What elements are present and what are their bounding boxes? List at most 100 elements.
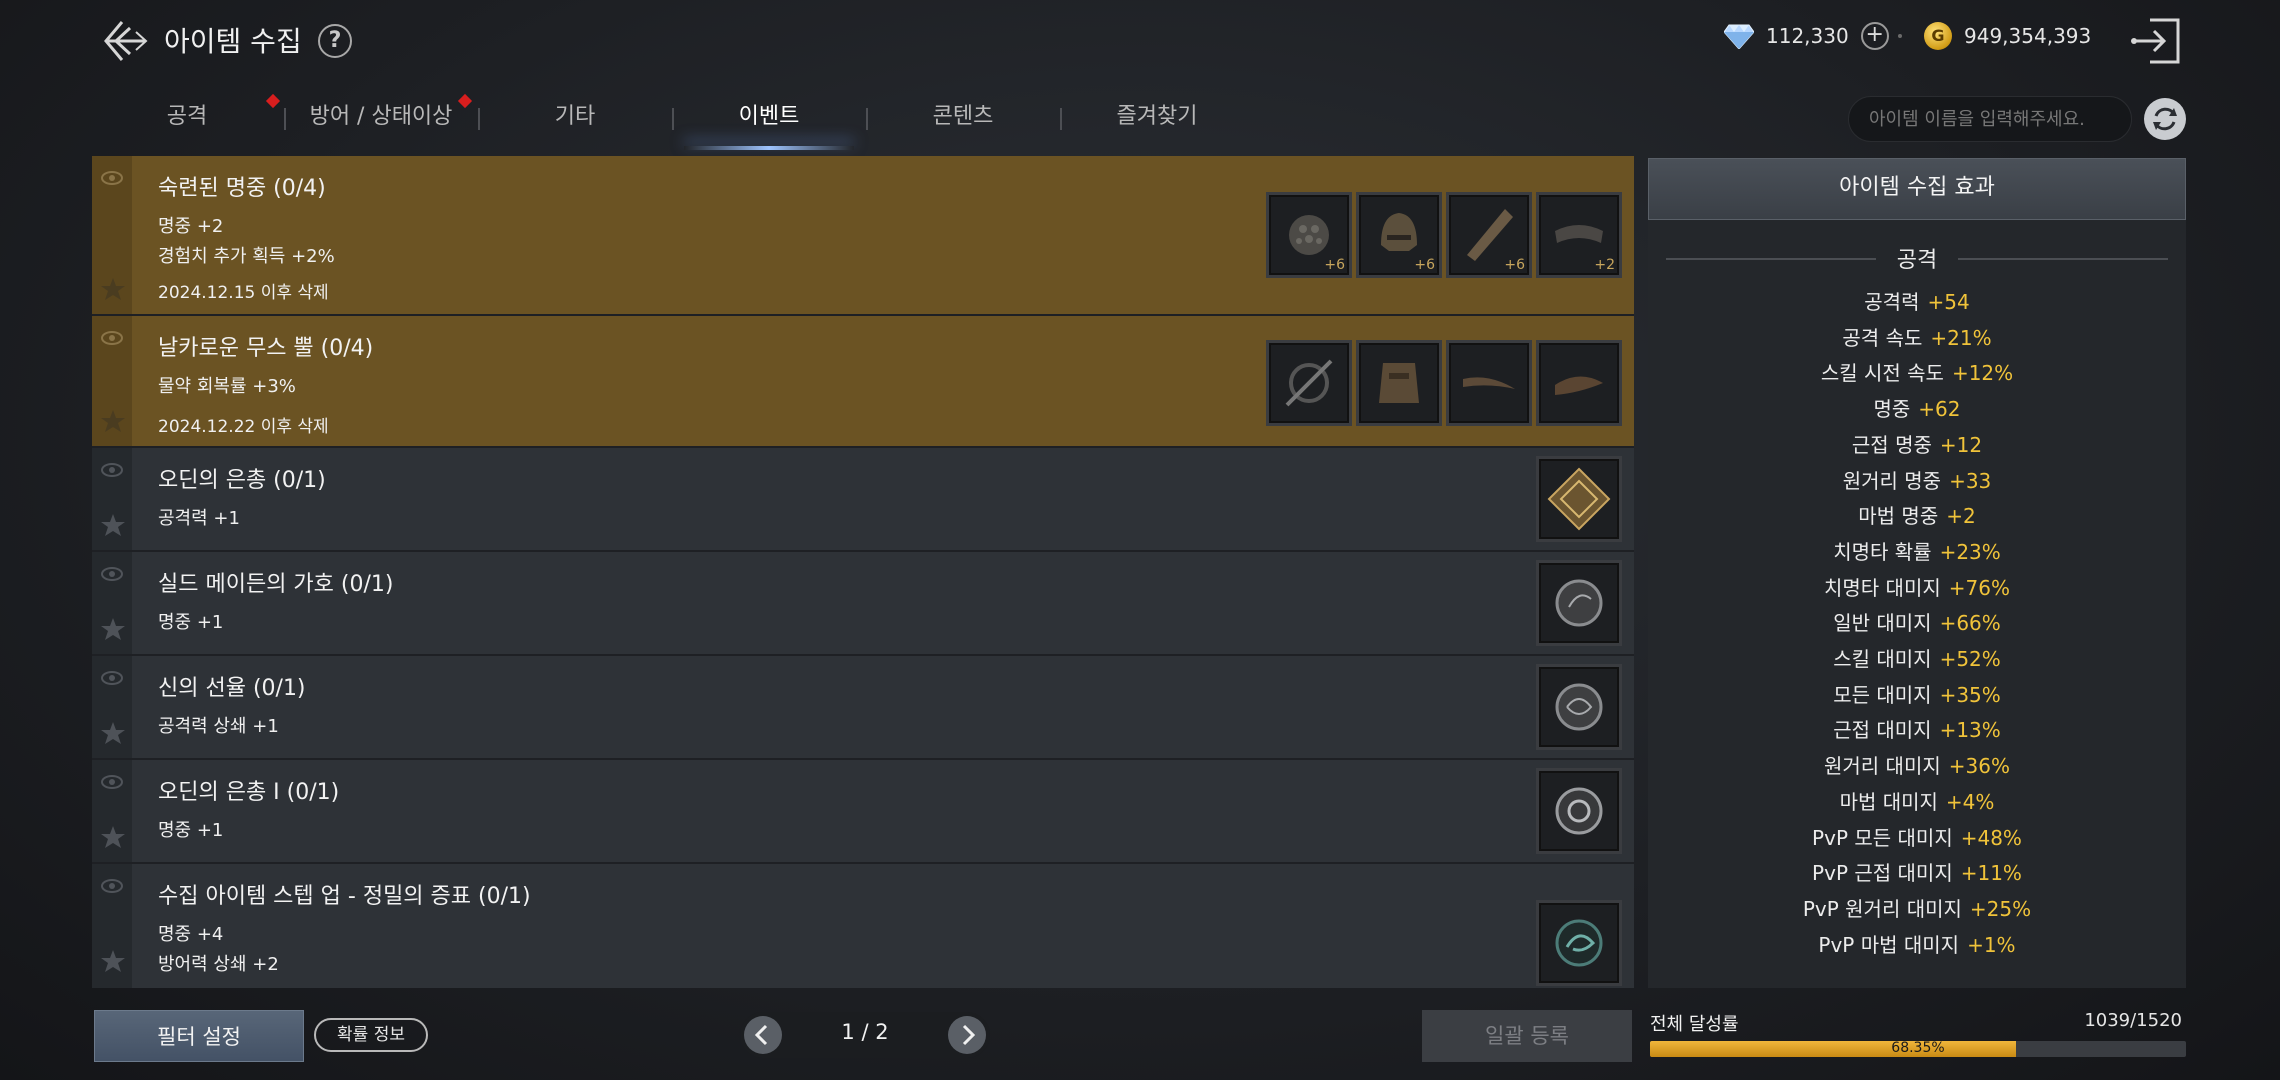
coin-icon xyxy=(1555,579,1603,627)
effect-stat-line: 모든 대미지 +35% xyxy=(1648,679,2186,708)
progress-label: 전체 달성률 xyxy=(1650,1014,1739,1035)
collection-row[interactable]: 날카로운 무스 뿔 (0/4) 물약 회복률 +3% 2024.12.22 이후… xyxy=(92,316,1634,448)
item-slot[interactable] xyxy=(1536,664,1622,750)
effect-stat-line: PvP 원거리 대미지 +25% xyxy=(1648,893,2186,922)
collection-row[interactable]: 수집 아이템 스텝 업 - 정밀의 증표 (0/1) 명중 +4 방어력 상쇄 … xyxy=(92,864,1634,988)
refresh-icon[interactable] xyxy=(2144,98,2186,140)
row-side-bar xyxy=(92,864,132,988)
effect-stat-value: +48% xyxy=(1960,825,2022,850)
effect-stat-name: 원거리 대미지 xyxy=(1824,754,1941,779)
collection-row[interactable]: 오딘의 은총 (0/1) 공격력 +1 xyxy=(92,448,1634,552)
help-icon[interactable]: ? xyxy=(318,24,352,58)
row-side-bar xyxy=(92,656,132,758)
next-page-button[interactable] xyxy=(948,1016,986,1054)
collection-row[interactable]: 오딘의 은총 I (0/1) 명중 +1 xyxy=(92,760,1634,864)
favorite-star-icon[interactable] xyxy=(100,824,126,850)
eye-icon[interactable] xyxy=(100,566,124,582)
effect-stat-line: 마법 명중 +2 xyxy=(1648,500,2186,529)
favorite-star-icon[interactable] xyxy=(100,512,126,538)
tab-attack[interactable]: 공격 xyxy=(92,92,282,150)
collection-row[interactable]: 숙련된 명중 (0/4) 명중 +2 경험치 추가 획득 +2% 2024.12… xyxy=(92,156,1634,316)
item-slot[interactable]: +6 xyxy=(1446,192,1532,278)
ring-icon xyxy=(1555,376,1603,395)
medal-icon xyxy=(1555,787,1603,835)
armor-icon xyxy=(1379,363,1419,403)
item-slot[interactable] xyxy=(1536,560,1622,646)
effect-stat-value: +1% xyxy=(1967,932,2016,957)
search-input[interactable] xyxy=(1848,96,2132,142)
favorite-star-icon[interactable] xyxy=(100,276,126,302)
collection-title: 오딘의 은총 (0/1) xyxy=(158,468,326,493)
collection-row[interactable]: 신의 선율 (0/1) 공격력 상쇄 +1 xyxy=(92,656,1634,760)
item-slot[interactable]: +2 xyxy=(1536,192,1622,278)
diamond-icon xyxy=(1723,23,1755,50)
progress-bar: 68.35% xyxy=(1650,1041,2186,1057)
filter-settings-button[interactable]: 필터 설정 xyxy=(94,1010,304,1062)
tab-label: 기타 xyxy=(554,104,596,129)
exit-icon[interactable] xyxy=(2128,16,2182,66)
diamond-currency: 112,330 + xyxy=(1723,22,1889,50)
bulk-register-button[interactable]: 일괄 등록 xyxy=(1422,1010,1632,1062)
collection-title: 오딘의 은총 I (0/1) xyxy=(158,780,340,805)
collection-stat: 명중 +1 xyxy=(158,820,224,841)
tab-label: 방어 / 상태이상 xyxy=(309,104,453,129)
coin-icon xyxy=(1555,683,1603,731)
effect-stat-value: +52% xyxy=(1939,647,2001,671)
effect-stat-value: +36% xyxy=(1948,754,2010,779)
collection-title: 날카로운 무스 뿔 (0/4) xyxy=(158,336,374,361)
effect-stat-value: +11% xyxy=(1960,861,2022,886)
collection-row[interactable]: 실드 메이든의 가호 (0/1) 명중 +1 xyxy=(92,552,1634,656)
effect-stat-name: PvP 마법 대미지 xyxy=(1818,932,1960,957)
add-diamond-button[interactable]: + xyxy=(1860,22,1889,50)
favorite-star-icon[interactable] xyxy=(100,408,126,434)
effect-stat-line: PvP 근접 대미지 +11% xyxy=(1648,857,2186,886)
item-slot[interactable] xyxy=(1536,900,1622,986)
tab-etc[interactable]: 기타 xyxy=(480,92,670,150)
chevron-left-icon xyxy=(754,1024,768,1046)
enhance-level: +2 xyxy=(1594,257,1615,273)
tab-content[interactable]: 콘텐츠 xyxy=(868,92,1058,150)
rune-card-icon xyxy=(1547,467,1611,531)
tab-label: 즐겨찾기 xyxy=(1116,104,1198,129)
item-slot[interactable] xyxy=(1446,340,1532,426)
probability-info-button[interactable]: 확률 정보 xyxy=(314,1018,428,1052)
prev-page-button[interactable] xyxy=(744,1016,782,1054)
eye-icon[interactable] xyxy=(100,170,124,186)
effect-stat-name: PvP 근접 대미지 xyxy=(1812,861,1953,886)
collection-stat: 경험치 추가 획득 +2% xyxy=(158,246,335,267)
eye-icon[interactable] xyxy=(100,878,124,894)
effect-stat-value: +21% xyxy=(1930,325,1992,350)
item-slot[interactable] xyxy=(1536,768,1622,854)
favorite-star-icon[interactable] xyxy=(100,948,126,974)
effect-stat-name: 모든 대미지 xyxy=(1833,682,1932,707)
tab-favorites[interactable]: 즐겨찾기 xyxy=(1062,92,1252,150)
effect-stat-name: 근접 명중 xyxy=(1851,432,1932,457)
gold-coin-icon: G xyxy=(1924,22,1952,50)
item-slot[interactable]: +6 xyxy=(1266,192,1352,278)
effect-stat-name: 스킬 대미지 xyxy=(1833,647,1932,671)
item-slot[interactable] xyxy=(1536,456,1622,542)
eye-icon[interactable] xyxy=(100,774,124,790)
favorite-star-icon[interactable] xyxy=(100,616,126,642)
effect-stat-value: +23% xyxy=(1939,539,2001,564)
tab-event[interactable]: 이벤트 xyxy=(674,92,864,150)
back-arrow-icon[interactable] xyxy=(100,16,150,66)
currency-divider xyxy=(1898,34,1902,38)
tab-label: 콘텐츠 xyxy=(932,104,994,129)
effect-stat-name: 공격력 xyxy=(1864,290,1920,314)
item-slot[interactable]: +6 xyxy=(1356,192,1442,278)
eye-icon[interactable] xyxy=(100,670,124,686)
tab-defense-status[interactable]: 방어 / 상태이상 xyxy=(286,92,476,150)
chevron-right-icon xyxy=(962,1024,976,1046)
item-slot[interactable] xyxy=(1266,340,1352,426)
item-slot[interactable] xyxy=(1536,340,1622,426)
effect-stat-line: 스킬 시전 속도 +12% xyxy=(1648,357,2186,386)
page-indicator: 1 / 2 xyxy=(841,1020,889,1044)
row-side-bar xyxy=(92,552,132,654)
eye-icon[interactable] xyxy=(100,330,124,346)
gold-amount: 949,354,393 xyxy=(1964,24,2092,48)
row-side-bar xyxy=(92,448,132,550)
item-slot[interactable] xyxy=(1356,340,1442,426)
eye-icon[interactable] xyxy=(100,462,124,478)
favorite-star-icon[interactable] xyxy=(100,720,126,746)
